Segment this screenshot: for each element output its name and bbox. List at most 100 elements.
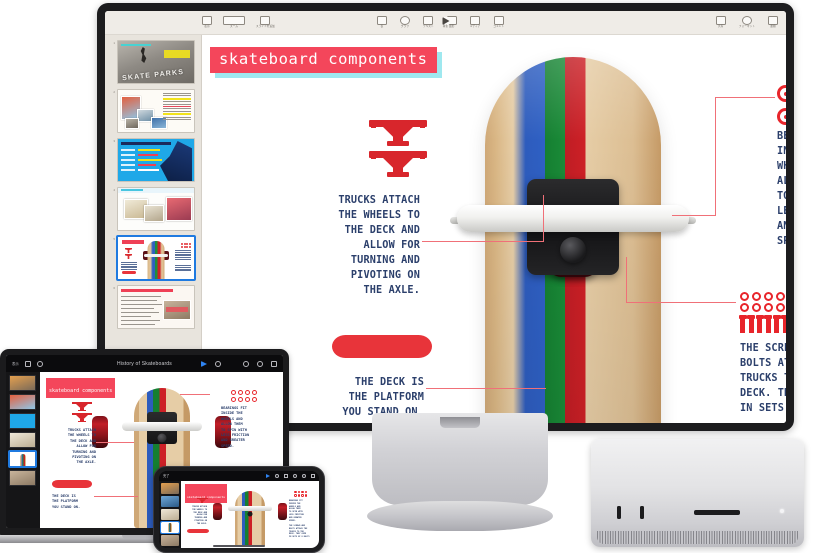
comment-icon[interactable]	[257, 360, 263, 367]
iphone-slide-navigator[interactable]	[159, 481, 181, 548]
iphone-thumbnail-1[interactable]	[161, 483, 179, 494]
annotation-screws: THE SCREWS AND BOLTS ATTACH THE TRUCKS T…	[740, 343, 786, 414]
toolbar-chart-button[interactable]: グラフ	[400, 16, 410, 29]
iphone-done-button[interactable]: 完了	[163, 473, 169, 478]
macbook-toolbar[interactable]: 表示 History of Skateboards	[6, 355, 283, 372]
slide-thumbnail-6[interactable]	[117, 285, 195, 329]
thumb-tag	[121, 189, 143, 192]
document-icon[interactable]	[271, 360, 277, 367]
nut-icon	[764, 303, 773, 312]
iphone-toolbar[interactable]: 完了	[159, 471, 319, 481]
nut-icon	[764, 292, 773, 301]
slide-title-text: skateboard components	[219, 50, 428, 68]
macbook-view-label[interactable]: 表示	[12, 361, 19, 366]
toolbar-media-button[interactable]: メディア	[470, 16, 481, 29]
format-icon	[741, 16, 752, 26]
thumb-line	[138, 169, 159, 171]
slide-thumbnail-2[interactable]	[117, 89, 195, 133]
nut-icon	[776, 303, 785, 312]
iphone-thumbnail-2[interactable]	[161, 496, 179, 507]
macbook-thumbnail-4[interactable]	[9, 432, 36, 448]
skateboard-image[interactable]	[450, 57, 696, 423]
toolbar-share-button[interactable]: 共有	[715, 16, 726, 29]
display-stand	[367, 413, 553, 531]
format-icon[interactable]	[275, 473, 279, 478]
toolbar-view-label: 表示	[204, 25, 210, 29]
format-icon[interactable]	[215, 360, 221, 367]
zoom-icon[interactable]	[36, 360, 43, 367]
slide-thumbnail-5[interactable]	[116, 235, 196, 281]
macbook-kingpin	[157, 433, 166, 443]
slide-thumbnail-1[interactable]: SKATE PARKS	[117, 40, 195, 84]
iphone-slide-canvas[interactable]: skateboard components BEARINGS FIT INSID…	[181, 481, 319, 548]
toolbar-zoom-button[interactable]: ズーム	[223, 16, 245, 29]
macbook-leader-bearings	[180, 394, 210, 396]
thumb-line	[138, 154, 158, 156]
thumb-line	[138, 164, 156, 166]
macbook-hanger	[121, 422, 202, 431]
thumb-line	[138, 149, 160, 151]
iphone-thumbnail-5[interactable]	[161, 535, 179, 546]
slide-title-banner[interactable]: skateboard components	[210, 47, 437, 73]
slide-thumbnail-4[interactable]	[117, 187, 195, 231]
macbook-thumbnail-3[interactable]	[9, 413, 36, 429]
slide-title-group[interactable]: skateboard components	[210, 47, 442, 78]
scene-root: 表示 ズーム スライドを追加 表 グラフ テキスト 図形 メディア コメント 再…	[0, 0, 814, 553]
toolbar-add-slide-button[interactable]: スライドを追加	[256, 16, 275, 29]
plus-icon[interactable]	[229, 361, 235, 367]
play-icon[interactable]	[266, 473, 270, 478]
thumb-deck	[147, 241, 165, 279]
more-icon[interactable]	[302, 473, 306, 478]
macbook-slide-title-banner: skateboard components	[46, 378, 116, 398]
toolbar-view-button[interactable]: 表示	[202, 16, 212, 29]
thumb-highlight-block	[164, 50, 190, 58]
toolbar-play-group: 再生	[442, 16, 449, 29]
truck-icon-top	[369, 120, 427, 146]
media-icon	[470, 16, 480, 26]
leader-line-screws-vertical	[626, 257, 628, 303]
iphone-home-indicator	[213, 544, 265, 547]
keynote-toolbar[interactable]: 表示 ズーム スライドを追加 表 グラフ テキスト 図形 メディア コメント 再…	[105, 11, 786, 35]
macbook-document-title: History of Skateboards	[117, 360, 172, 367]
media-icon[interactable]	[243, 360, 249, 367]
nuts-graphic	[740, 292, 785, 312]
macbook-truck-icon-top	[72, 402, 92, 412]
iphone-thumbnail-4[interactable]	[160, 521, 180, 534]
thumb-line	[121, 296, 161, 297]
toolbar-text-button[interactable]: テキスト	[423, 16, 434, 29]
iphone-thumbnail-3[interactable]	[161, 509, 179, 520]
thumb-photo-accent	[166, 307, 188, 312]
macbook-truck-icon-bottom	[72, 413, 92, 423]
slide-number: 5	[113, 237, 115, 241]
macbook-thumbnail-6[interactable]	[9, 470, 36, 486]
toolbar-insert-group: 表 グラフ テキスト 図形 メディア コメント	[377, 16, 504, 29]
play-icon[interactable]	[201, 360, 207, 367]
navigator-row: 1 SKATE PARKS	[111, 40, 195, 84]
thumb-title: SKATE PARKS	[121, 68, 185, 83]
document-icon[interactable]	[311, 473, 315, 478]
thumb-header-band	[118, 188, 194, 193]
sidebar-icon[interactable]	[24, 360, 31, 367]
macbook-bearings-graphic	[231, 390, 257, 402]
macbook-thumbnail-1[interactable]	[9, 375, 36, 391]
play-icon	[442, 16, 449, 25]
macbook-thumbnail-5[interactable]	[8, 450, 37, 468]
toolbar-play-button[interactable]: 再生	[442, 16, 449, 29]
toolbar-document-button[interactable]: 書類	[768, 16, 778, 29]
thumb-line	[121, 324, 155, 325]
toolbar-format-button[interactable]: フォーマット	[739, 16, 755, 29]
navigator-row: 4	[111, 187, 195, 231]
slide-thumbnail-3[interactable]	[117, 138, 195, 182]
macbook-thumbnail-2[interactable]	[9, 394, 36, 410]
macbook-slide-navigator[interactable]	[6, 372, 40, 528]
slide-canvas[interactable]: skateboard components TRUCKS ATTACH THE …	[202, 35, 786, 423]
toolbar-table-button[interactable]: 表	[377, 16, 387, 29]
plus-icon[interactable]	[284, 473, 288, 478]
sd-card-slot	[694, 510, 740, 515]
iphone: 完了 skateboard components BEARINGS FIT IN…	[153, 466, 325, 553]
leader-line-screws	[626, 302, 736, 304]
toolbar-comment-button[interactable]: コメント	[493, 16, 504, 29]
macbook-toolbar-right	[201, 360, 277, 367]
media-icon[interactable]	[293, 473, 297, 478]
thumb-deck-pill	[122, 271, 136, 274]
